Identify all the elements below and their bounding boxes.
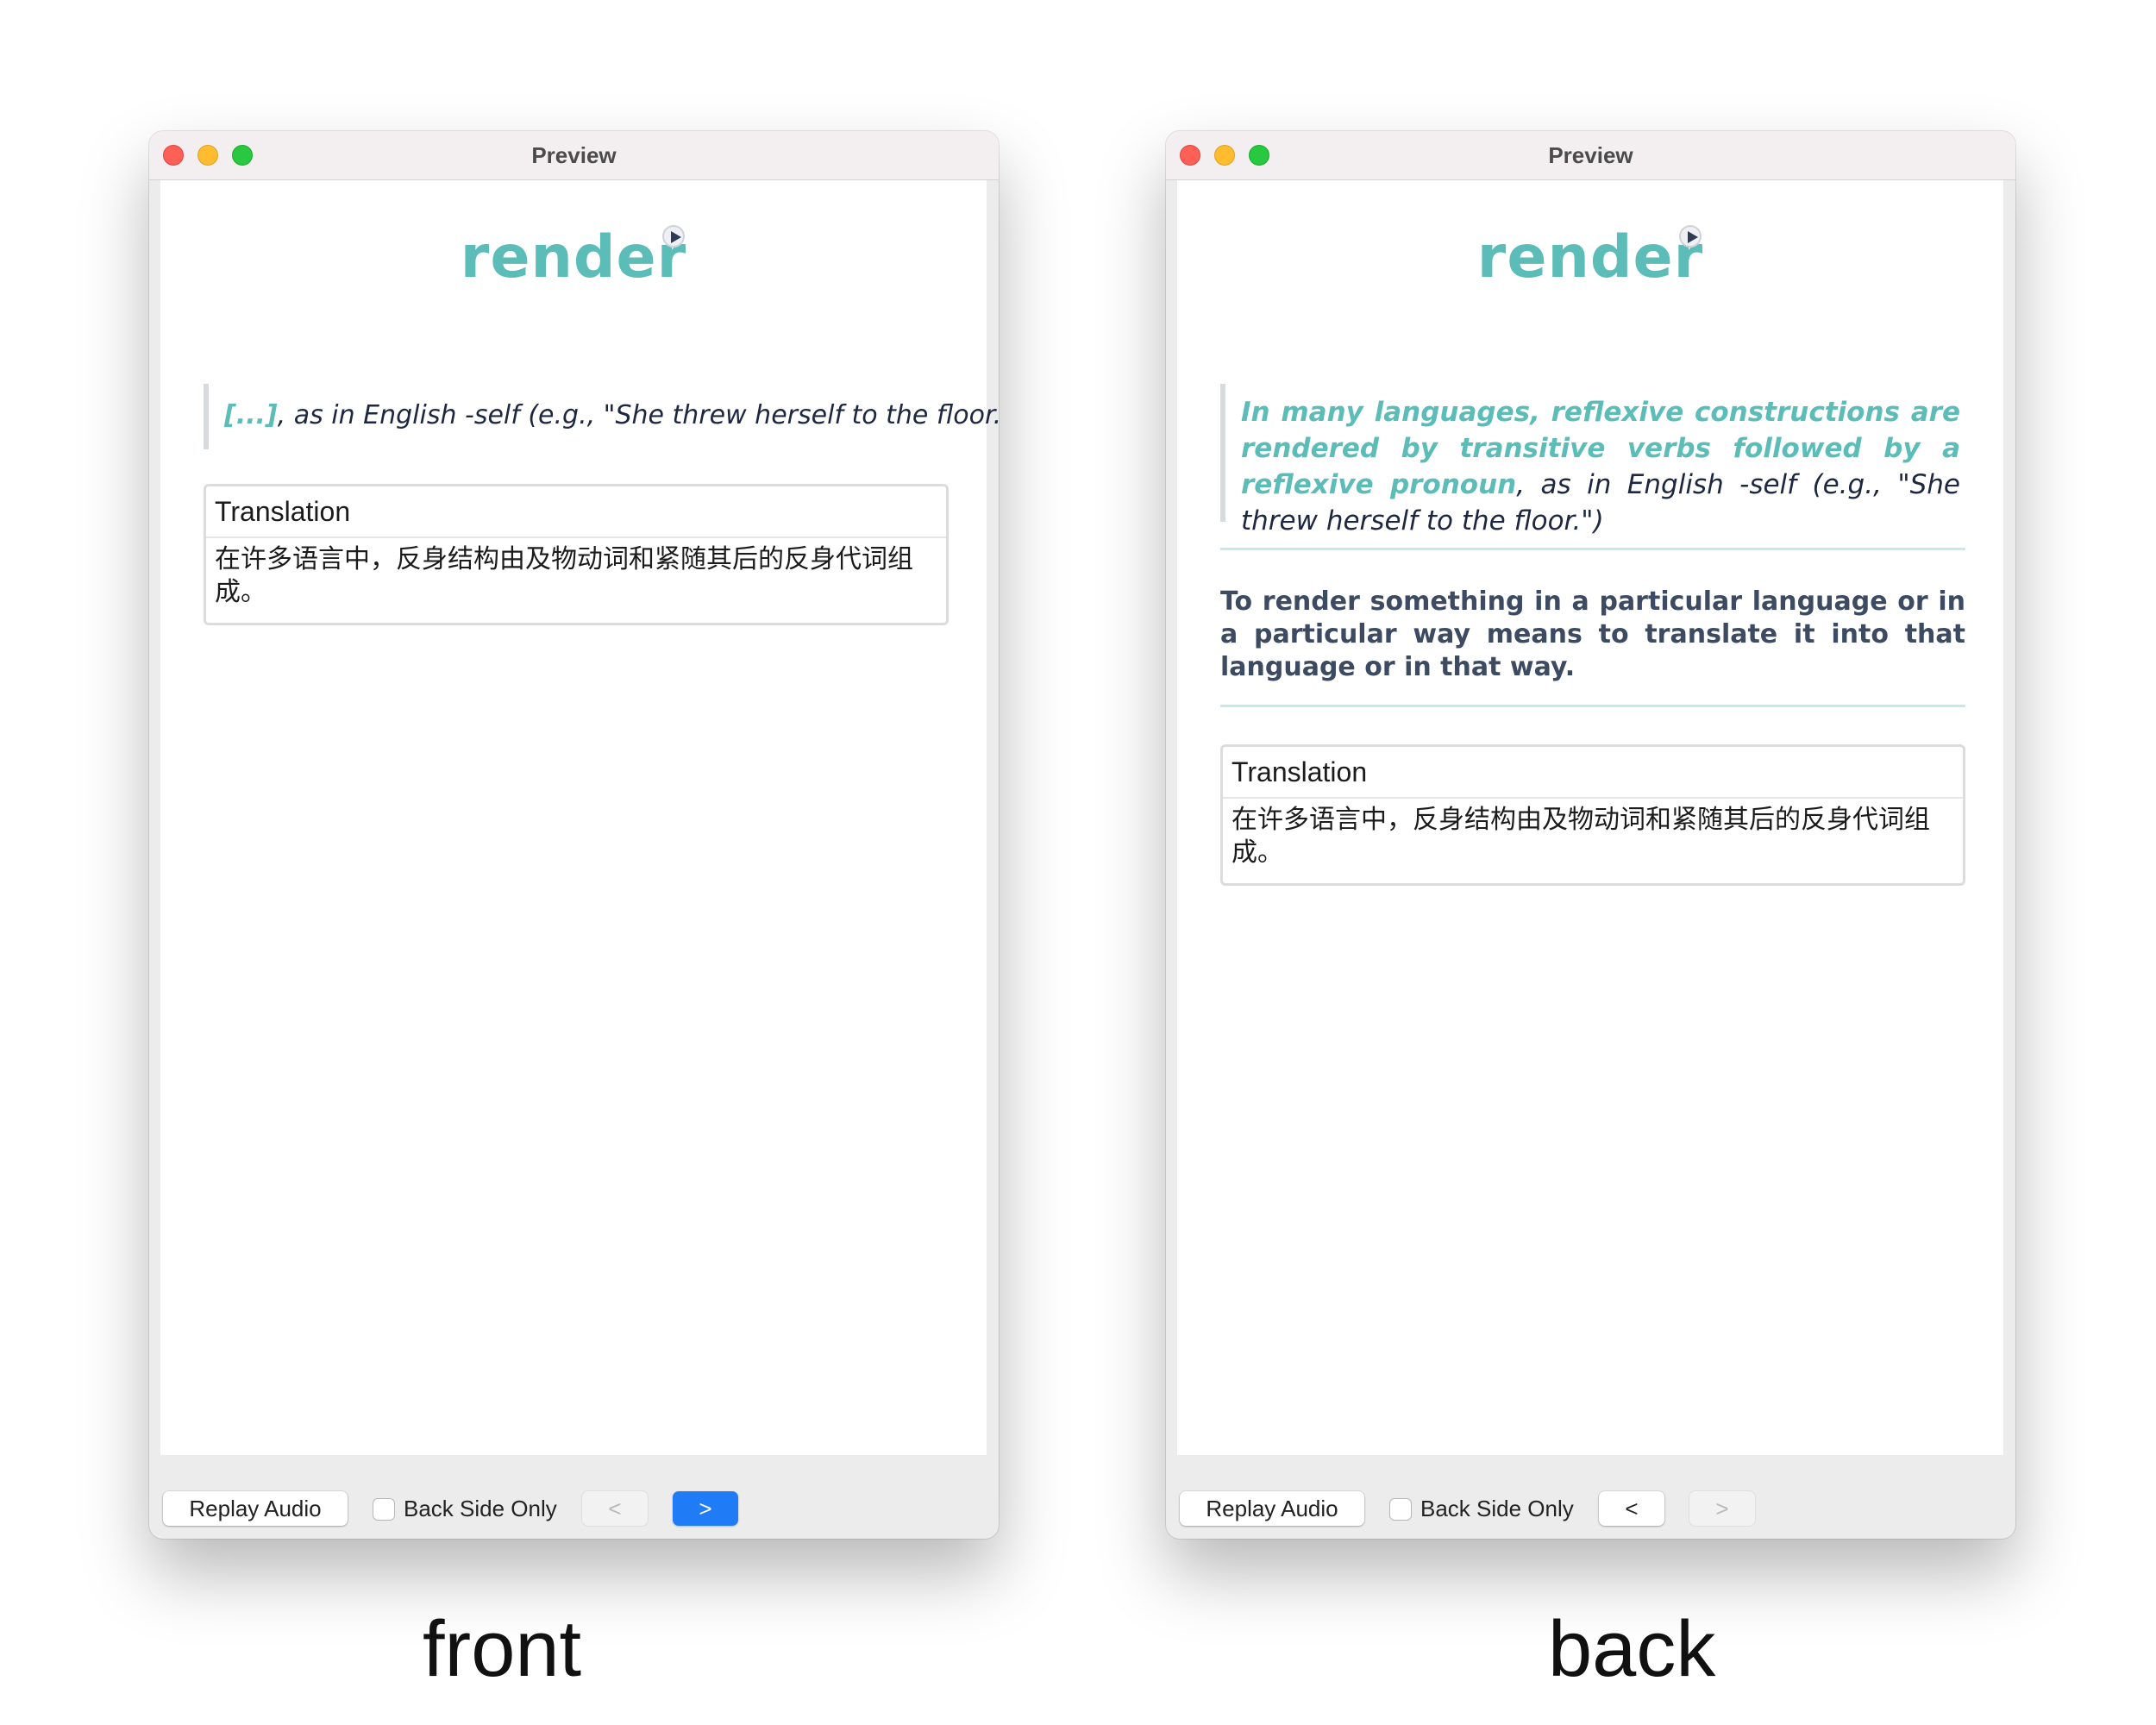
translation-box: Translation 在许多语言中，反身结构由及物动词和紧随其后的反身代词组成… <box>1220 744 1965 886</box>
preview-toolbar: Replay Audio Back Side Only < > <box>1166 1455 2015 1539</box>
replay-audio-button[interactable]: Replay Audio <box>1180 1491 1364 1526</box>
sentence-rest: , as in English -self (e.g., "She threw … <box>277 400 999 430</box>
translation-heading: Translation <box>1223 747 1963 799</box>
back-side-only-checkbox[interactable] <box>373 1498 395 1521</box>
translation-heading: Translation <box>206 486 946 538</box>
definition-text: To render something in a particular lang… <box>1220 586 1965 682</box>
divider <box>1220 705 1965 707</box>
example-sentence: In many languages, reflexive constructio… <box>1220 384 1965 536</box>
card-content: render In many languages, reflexive cons… <box>1177 180 2003 1455</box>
play-audio-icon[interactable] <box>1679 225 1702 248</box>
preview-window-back: Preview render In many languages, reflex… <box>1166 131 2015 1539</box>
translation-text: 在许多语言中，反身结构由及物动词和紧随其后的反身代词组成。 <box>1232 805 1930 868</box>
preview-toolbar: Replay Audio Back Side Only < > <box>149 1455 999 1539</box>
divider <box>1220 548 1965 550</box>
translation-box: Translation 在许多语言中，反身结构由及物动词和紧随其后的反身代词组成… <box>204 484 949 625</box>
previous-button[interactable]: < <box>1599 1491 1664 1526</box>
window-title: Preview <box>1548 142 1633 168</box>
card-word: render <box>460 223 687 292</box>
example-sentence: [...], as in English -self (e.g., "She t… <box>204 384 999 449</box>
next-button[interactable]: > <box>1689 1491 1755 1526</box>
back-side-only-label[interactable]: Back Side Only <box>404 1491 557 1526</box>
back-side-only-label[interactable]: Back Side Only <box>1420 1491 1574 1526</box>
back-caption: back <box>1548 1605 1716 1693</box>
next-button[interactable]: > <box>673 1491 738 1526</box>
translation-text: 在许多语言中，反身结构由及物动词和紧随其后的反身代词组成。 <box>215 544 913 607</box>
title-bar[interactable]: Preview <box>149 131 999 180</box>
card-word: render <box>1476 223 1704 292</box>
replay-audio-button[interactable]: Replay Audio <box>163 1491 348 1526</box>
front-caption: front <box>423 1605 582 1693</box>
window-title: Preview <box>531 142 617 168</box>
previous-button[interactable]: < <box>582 1491 648 1526</box>
cloze-deletion: [...] <box>224 400 278 430</box>
preview-window-front: Preview render [...], as in English -sel… <box>149 131 999 1539</box>
back-side-only-checkbox[interactable] <box>1389 1498 1412 1521</box>
title-bar[interactable]: Preview <box>1166 131 2015 180</box>
card-content: render [...], as in English -self (e.g.,… <box>160 180 999 1455</box>
play-audio-icon[interactable] <box>662 225 685 248</box>
